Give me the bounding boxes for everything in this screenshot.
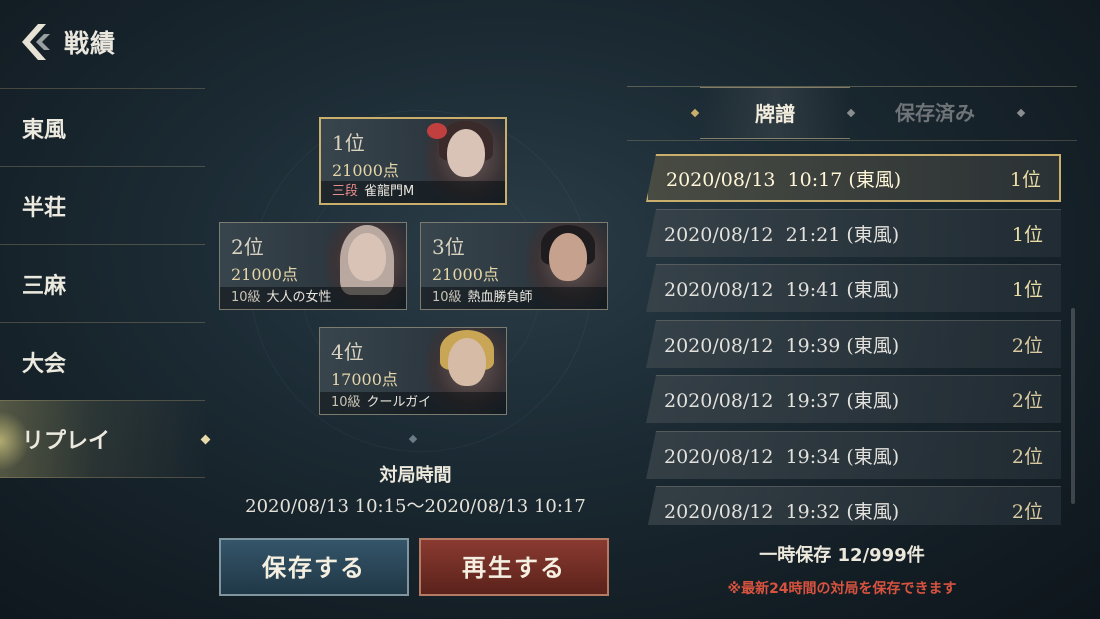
menu-item-hanchan[interactable]: 半荘 — [0, 166, 205, 244]
record-datetime: 2020/08/12 21:21 (東風) — [664, 224, 900, 246]
record-datetime: 2020/08/12 19:39 (東風) — [664, 335, 900, 357]
record-row[interactable]: 2020/08/12 19:37 (東風) 2位 — [646, 375, 1061, 423]
menu-item-tonpu[interactable]: 東風 — [0, 88, 205, 166]
player-points: 21000点 — [231, 265, 298, 284]
tab-right-diamond-icon — [1016, 108, 1026, 118]
player-level: 10級 — [231, 290, 261, 305]
player-info: 三段 雀龍門M — [321, 181, 505, 203]
menu-item-sanma[interactable]: 三麻 — [0, 244, 205, 322]
menu-item-label: 東風 — [22, 117, 67, 143]
divider — [627, 140, 1077, 141]
record-datetime: 2020/08/12 19:32 (東風) — [664, 501, 900, 523]
player-rank: 3位 — [432, 235, 465, 259]
player-card-1: 1位 21000点 三段 雀龍門M — [319, 117, 507, 205]
record-rank: 1位 — [1009, 168, 1041, 191]
menu-item-label: 半荘 — [22, 195, 67, 221]
player-info: 10級 熱血勝負師 — [421, 287, 607, 309]
record-row[interactable]: 2020/08/13 10:17 (東風) 1位 — [646, 154, 1061, 202]
record-rank: 2位 — [1011, 335, 1043, 357]
active-indicator-icon — [200, 434, 211, 445]
record-rank: 1位 — [1011, 224, 1043, 246]
side-menu: 東風 半荘 三麻 大会 リプレイ — [0, 88, 211, 478]
player-level: 10級 — [432, 290, 462, 305]
record-datetime: 2020/08/12 19:34 (東風) — [664, 446, 900, 468]
menu-item-taikai[interactable]: 大会 — [0, 322, 205, 400]
player-name: 大人の女性 — [266, 290, 332, 305]
player-rank: 1位 — [332, 131, 365, 155]
menu-item-label: 大会 — [22, 351, 67, 377]
record-list: 2020/08/13 10:17 (東風) 1位 2020/08/12 21:2… — [646, 150, 1066, 525]
player-name: 熱血勝負師 — [467, 290, 533, 305]
menu-item-label: 三麻 — [22, 273, 67, 299]
page-title: 戦績 — [64, 29, 117, 58]
menu-item-replay[interactable]: リプレイ — [0, 400, 211, 478]
player-level: 10級 — [331, 395, 361, 410]
match-duration-value: 2020/08/13 10:15～2020/08/13 10:17 — [245, 496, 586, 517]
record-row[interactable]: 2020/08/12 19:41 (東風) 1位 — [646, 264, 1061, 312]
player-card-2: 2位 21000点 10級 大人の女性 — [219, 222, 407, 310]
record-row[interactable]: 2020/08/12 21:21 (東風) 1位 — [646, 209, 1061, 257]
player-points: 21000点 — [332, 161, 399, 180]
scrollbar[interactable] — [1071, 308, 1075, 504]
player-info: 10級 クールガイ — [320, 392, 506, 414]
tab-saved[interactable]: 保存済み — [860, 87, 1010, 139]
back-arrow-icon[interactable] — [18, 22, 54, 62]
save-notice: ※最新24時間の対局を保存できます — [727, 581, 957, 597]
player-rank: 2位 — [231, 235, 264, 259]
record-datetime: 2020/08/12 19:37 (東風) — [664, 390, 900, 412]
tab-bar: 牌譜 保存済み — [690, 87, 1060, 139]
tab-kifu[interactable]: 牌譜 — [700, 87, 850, 139]
record-rank: 2位 — [1011, 446, 1043, 468]
player-info: 10級 大人の女性 — [220, 287, 406, 309]
menu-item-label: リプレイ — [22, 429, 111, 454]
record-rank: 2位 — [1011, 390, 1043, 412]
record-row[interactable]: 2020/08/12 19:32 (東風) 2位 — [646, 486, 1061, 525]
record-rank: 1位 — [1011, 279, 1043, 301]
match-duration-label: 対局時間 — [379, 465, 452, 486]
header: 戦績 — [18, 20, 116, 64]
player-rank: 4位 — [331, 340, 364, 364]
player-card-4: 4位 17000点 10級 クールガイ — [319, 327, 507, 415]
record-rank: 2位 — [1011, 501, 1043, 523]
save-button[interactable]: 保存する — [219, 538, 409, 596]
record-row[interactable]: 2020/08/12 19:39 (東風) 2位 — [646, 320, 1061, 368]
record-row[interactable]: 2020/08/12 19:34 (東風) 2位 — [646, 431, 1061, 479]
save-count: 一時保存 12/999件 — [759, 545, 925, 566]
player-name: クールガイ — [366, 395, 432, 410]
player-card-3: 3位 21000点 10級 熱血勝負師 — [420, 222, 608, 310]
record-datetime: 2020/08/13 10:17 (東風) — [666, 168, 902, 191]
tab-left-diamond-icon — [690, 108, 700, 118]
record-datetime: 2020/08/12 19:41 (東風) — [664, 279, 900, 301]
player-points: 17000点 — [331, 370, 398, 389]
player-level: 三段 — [332, 184, 359, 199]
player-points: 21000点 — [432, 265, 499, 284]
play-button[interactable]: 再生する — [419, 538, 609, 596]
player-name: 雀龍門M — [364, 184, 415, 199]
